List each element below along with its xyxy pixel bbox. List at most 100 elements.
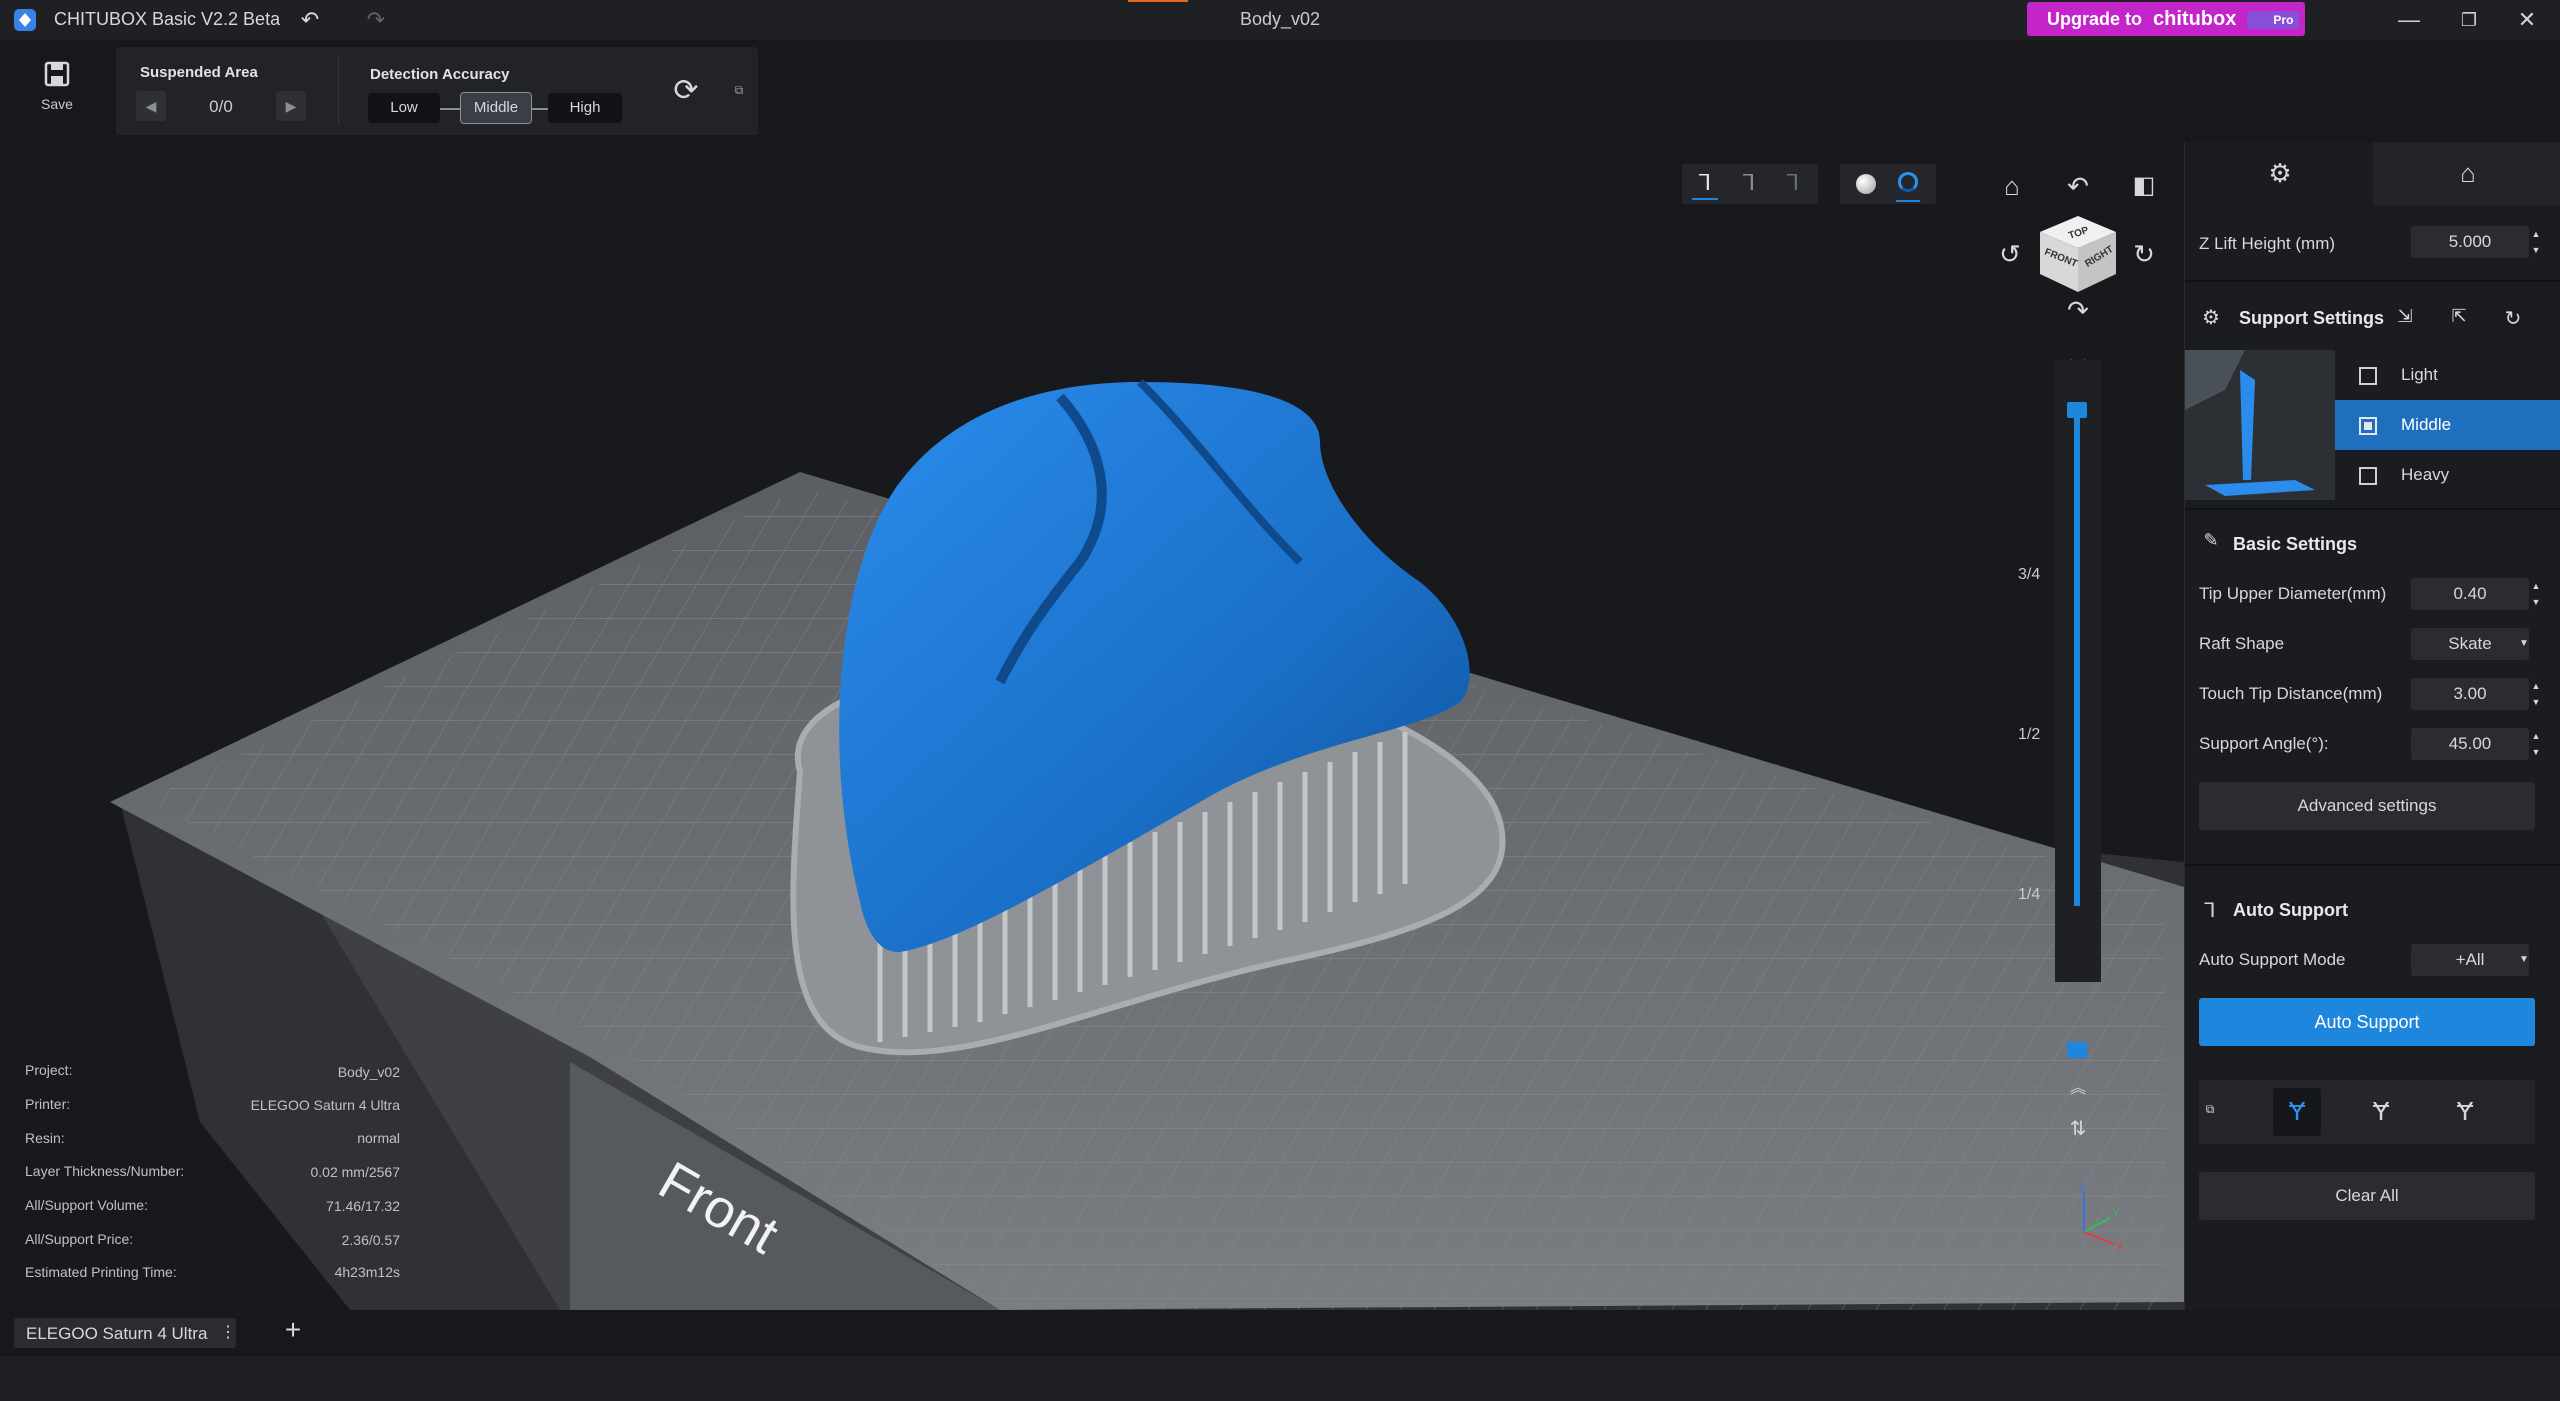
tab-support[interactable]: ⌂ [2373, 142, 2560, 206]
slider-mark-1-2: 1/2 [2018, 726, 2041, 743]
slider-expand-icon[interactable]: ︽ [2060, 1074, 2096, 1100]
accuracy-low-button[interactable]: Low [368, 93, 440, 123]
rotate-up-icon[interactable]: ↶ [2060, 168, 2096, 204]
support-view-2-icon[interactable]: ⅂ [1736, 170, 1762, 198]
export-settings-icon[interactable]: ⇱ [2447, 306, 2471, 330]
add-support-tool[interactable]: Ɏ [2273, 1088, 2321, 1136]
save-icon [43, 60, 71, 88]
clear-all-button[interactable]: Clear All [2199, 1172, 2535, 1220]
slider-mark-3-4: 3/4 [2018, 566, 2041, 583]
right-panel: ⚙ ⌂ Z Lift Height (mm) 5.000 ▲ ▼ ⚙ Suppor… [2184, 142, 2560, 1310]
file-gear-icon: ⚙ [2268, 158, 2292, 188]
raft-shape-label: Raft Shape [2199, 634, 2285, 653]
home-view-icon[interactable]: ⌂ [1994, 168, 2030, 204]
import-settings-icon[interactable]: ⇲ [2393, 306, 2417, 330]
restore-icon[interactable]: ❐ [2444, 4, 2494, 36]
axis-y-label: Y [2112, 1207, 2120, 1219]
status-bar [0, 1356, 2560, 1401]
upgrade-button[interactable]: Upgrade to chitubox Pro [2027, 2, 2305, 36]
support-angle-input[interactable]: 45.00 [2411, 728, 2529, 760]
add-printer-icon[interactable]: + [278, 1314, 308, 1346]
preset-light-checkbox[interactable] [2359, 367, 2377, 385]
basic-settings-title: Basic Settings [2233, 534, 2358, 554]
upgrade-pro-badge: Pro [2247, 11, 2300, 30]
info-key: All/Support Price: [25, 1231, 134, 1247]
printer-tab[interactable]: ELEGOO Saturn 4 Ultra ⋮ [14, 1318, 236, 1348]
info-key: Layer Thickness/Number: [25, 1163, 185, 1179]
preset-middle-row[interactable]: Middle [2335, 400, 2560, 450]
render-mode-group [1840, 164, 1936, 204]
suspended-area-label: Suspended Area [140, 64, 258, 81]
info-value: 71.46/17.32 [326, 1198, 400, 1214]
support-house-icon: ⌂ [2460, 158, 2476, 188]
rotate-down-icon[interactable]: ↷ [2060, 292, 2096, 328]
touch-tip-label: Touch Tip Distance(mm) [2199, 684, 2383, 703]
auto-mode-select[interactable]: +All [2411, 944, 2529, 976]
undo-icon[interactable]: ↶ [294, 4, 326, 36]
next-arrow-icon[interactable]: ▶ [276, 91, 306, 121]
layer-tool-icon[interactable]: ⇅ [2060, 1116, 2096, 1146]
edit-support-icon[interactable]: Ɏ [2357, 1096, 2405, 1127]
rotate-right-icon[interactable]: ↻ [2126, 236, 2162, 272]
3d-viewport[interactable]: Front ⅂ ⅂ ⅂ ⌂ ↶ ◧ ↺ ↻ ↷ TOP FRONT RIGHT … [0, 142, 2184, 1310]
panel-divider [338, 57, 339, 125]
upgrade-brand: chitubox [2153, 8, 2237, 30]
preset-heavy-row[interactable]: Heavy [2335, 450, 2560, 500]
reset-settings-icon[interactable]: ↻ [2501, 306, 2525, 330]
auto-mode-label: Auto Support Mode [2199, 950, 2346, 969]
support-view-1-icon[interactable]: ⅂ [1692, 170, 1718, 200]
save-button[interactable]: Save [30, 58, 84, 128]
axis-x-label: X [2116, 1241, 2124, 1252]
rotate-left-icon[interactable]: ↺ [1992, 236, 2028, 272]
z-lift-stepper[interactable]: ▲ ▼ [2529, 226, 2543, 258]
preset-heavy-checkbox[interactable] [2359, 467, 2377, 485]
info-key: Printer: [25, 1096, 71, 1112]
render-selected-underline [1896, 200, 1920, 202]
support-angle-label: Support Angle(°): [2199, 734, 2329, 753]
printer-tab-menu-icon[interactable]: ⋮ [220, 1322, 236, 1342]
view-cube[interactable]: TOP FRONT RIGHT [2036, 212, 2120, 296]
document-title: Body_v02 [1239, 9, 1321, 29]
tip-upper-input[interactable]: 0.40 [2411, 578, 2529, 610]
support-settings-title: Support Settings [2239, 308, 2384, 328]
redo-icon[interactable]: ↷ [360, 4, 392, 36]
info-key: Estimated Printing Time: [25, 1264, 177, 1280]
divider [2185, 508, 2560, 510]
solid-sphere-icon[interactable] [1856, 174, 1876, 194]
perspective-box-icon[interactable]: ◧ [2126, 168, 2162, 204]
auto-support-button[interactable]: Auto Support [2199, 998, 2535, 1046]
preset-middle-checkbox[interactable] [2359, 417, 2377, 435]
support-preview-image [2185, 350, 2335, 500]
tools-collapse-icon[interactable]: ⧉ [2203, 1102, 2217, 1122]
tab-file-settings[interactable]: ⚙ [2185, 142, 2373, 206]
support-angle-stepper[interactable]: ▲ ▼ [2529, 728, 2543, 760]
tip-upper-label: Tip Upper Diameter(mm) [2199, 584, 2387, 603]
info-value: ELEGOO Saturn 4 Ultra [250, 1097, 400, 1113]
minimize-icon[interactable]: — [2384, 4, 2434, 36]
delete-support-icon[interactable]: Ɏ [2441, 1096, 2489, 1127]
refresh-icon[interactable]: ⟳ [666, 71, 706, 111]
support-view-3-icon[interactable]: ⅂ [1780, 170, 1806, 198]
add-support-icon: Ɏ [2288, 1096, 2306, 1126]
accuracy-middle-button[interactable]: Middle [460, 92, 532, 124]
raft-shape-select[interactable]: Skate [2411, 628, 2529, 660]
info-value: Body_v02 [337, 1064, 400, 1080]
touch-tip-input[interactable]: 3.00 [2411, 678, 2529, 710]
prev-arrow-icon[interactable]: ◀ [136, 91, 166, 121]
z-lift-input[interactable]: 5.000 [2411, 226, 2529, 258]
preset-heavy-label: Heavy [2401, 465, 2450, 484]
auto-mode-dropdown-icon[interactable]: ▼ [2517, 944, 2531, 976]
close-icon[interactable]: ✕ [2502, 4, 2552, 36]
tip-upper-stepper[interactable]: ▲ ▼ [2529, 578, 2543, 610]
raft-shape-dropdown-icon[interactable]: ▼ [2517, 628, 2531, 660]
layer-slider-top-handle[interactable] [2067, 402, 2087, 418]
advanced-settings-button[interactable]: Advanced settings [2199, 782, 2535, 830]
layer-slider-bottom-handle[interactable] [2067, 1042, 2087, 1058]
accuracy-high-button[interactable]: High [548, 93, 622, 123]
panel-collapse-icon[interactable]: ⧉ [732, 83, 746, 97]
preset-light-row[interactable]: Light [2335, 350, 2560, 400]
preset-light-label: Light [2401, 365, 2438, 384]
printer-tab-bar: ELEGOO Saturn 4 Ultra ⋮ + [0, 1310, 2560, 1354]
xray-sphere-icon[interactable] [1898, 172, 1918, 192]
touch-tip-stepper[interactable]: ▲ ▼ [2529, 678, 2543, 710]
